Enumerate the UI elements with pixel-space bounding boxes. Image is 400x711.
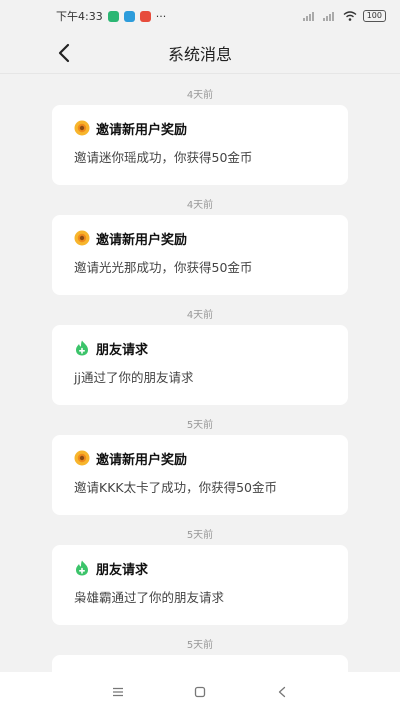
more-notifications-icon: ··· [155,9,167,23]
message-title: 邀请新用户奖励 [96,122,188,138]
app-notification-icon [123,10,135,22]
message-time: 4天前 [186,310,214,321]
message-time: 5天前 [186,640,214,651]
message-card[interactable]: 朋友请求 枭雄霸通过了你的朋友请求 [52,545,348,625]
message-card[interactable]: 邀请新用户奖励 邀请KKK太卡了成功，你获得50金币 [52,435,348,515]
chevron-left-icon [58,43,70,63]
system-nav-bar [0,672,400,711]
message-group: 5天前 朋友请求 枭雄霸通过了你的朋友请求 [0,515,400,625]
message-group: 4天前 朋友请求 jj通过了你的朋友请求 [0,295,400,405]
back-button[interactable] [52,40,76,66]
home-square-icon [194,686,206,697]
message-time: 5天前 [186,420,214,431]
signal-icon [302,12,314,21]
status-left: 下午4:33 ··· [56,8,166,24]
message-body: 邀请光光那成功，你获得50金币 [74,260,253,275]
app-notification-icon [107,10,119,22]
page-title: 系统消息 [167,44,232,64]
message-title: 朋友请求 [96,562,149,578]
message-card[interactable]: 邀请新用户奖励 邀请迷你瑶成功，你获得50金币 [52,105,348,185]
message-time: 5天前 [186,530,214,541]
sunflower-icon [74,120,90,136]
message-title: 邀请新用户奖励 [96,232,188,248]
back-arrow-icon [278,686,286,697]
message-body: 邀请KKK太卡了成功，你获得50金币 [74,480,277,495]
message-group: 5天前 [0,625,400,672]
back-nav-button[interactable] [272,682,292,702]
message-card[interactable]: 邀请新用户奖励 邀请光光那成功，你获得50金币 [52,215,348,295]
message-title: 邀请新用户奖励 [96,452,188,468]
battery-icon: 100 [362,10,386,22]
menu-icon [113,687,123,696]
message-group: 4天前 邀请新用户奖励 邀请光光那成功，你获得50金币 [0,185,400,295]
status-right: 100 [302,10,386,22]
sunflower-icon [74,450,90,466]
menu-button[interactable] [108,682,128,702]
message-time: 4天前 [186,90,214,101]
status-bar: 下午4:33 ··· 100 [0,0,400,32]
message-card[interactable]: 朋友请求 jj通过了你的朋友请求 [52,325,348,405]
message-list[interactable]: 4天前 邀请新用户奖励 邀请迷你瑶成功，你获得50金币 4天前 邀请新用户奖励 … [0,75,400,672]
message-body: 邀请迷你瑶成功，你获得50金币 [74,150,253,165]
message-group: 4天前 邀请新用户奖励 邀请迷你瑶成功，你获得50金币 [0,75,400,185]
message-group: 5天前 邀请新用户奖励 邀请KKK太卡了成功，你获得50金币 [0,405,400,515]
wifi-icon [343,11,357,21]
signal-icon [322,12,334,21]
flame-icon [76,340,88,356]
message-title: 朋友请求 [96,342,149,358]
message-time: 4天前 [186,200,214,211]
app-notification-icon [139,10,151,22]
message-body: 枭雄霸通过了你的朋友请求 [74,590,225,605]
clock: 下午4:33 [56,10,103,23]
flame-icon [76,560,88,576]
home-button[interactable] [190,682,210,702]
sunflower-icon [74,230,90,246]
message-body: jj通过了你的朋友请求 [74,370,194,385]
app-header: 系统消息 [0,32,400,74]
